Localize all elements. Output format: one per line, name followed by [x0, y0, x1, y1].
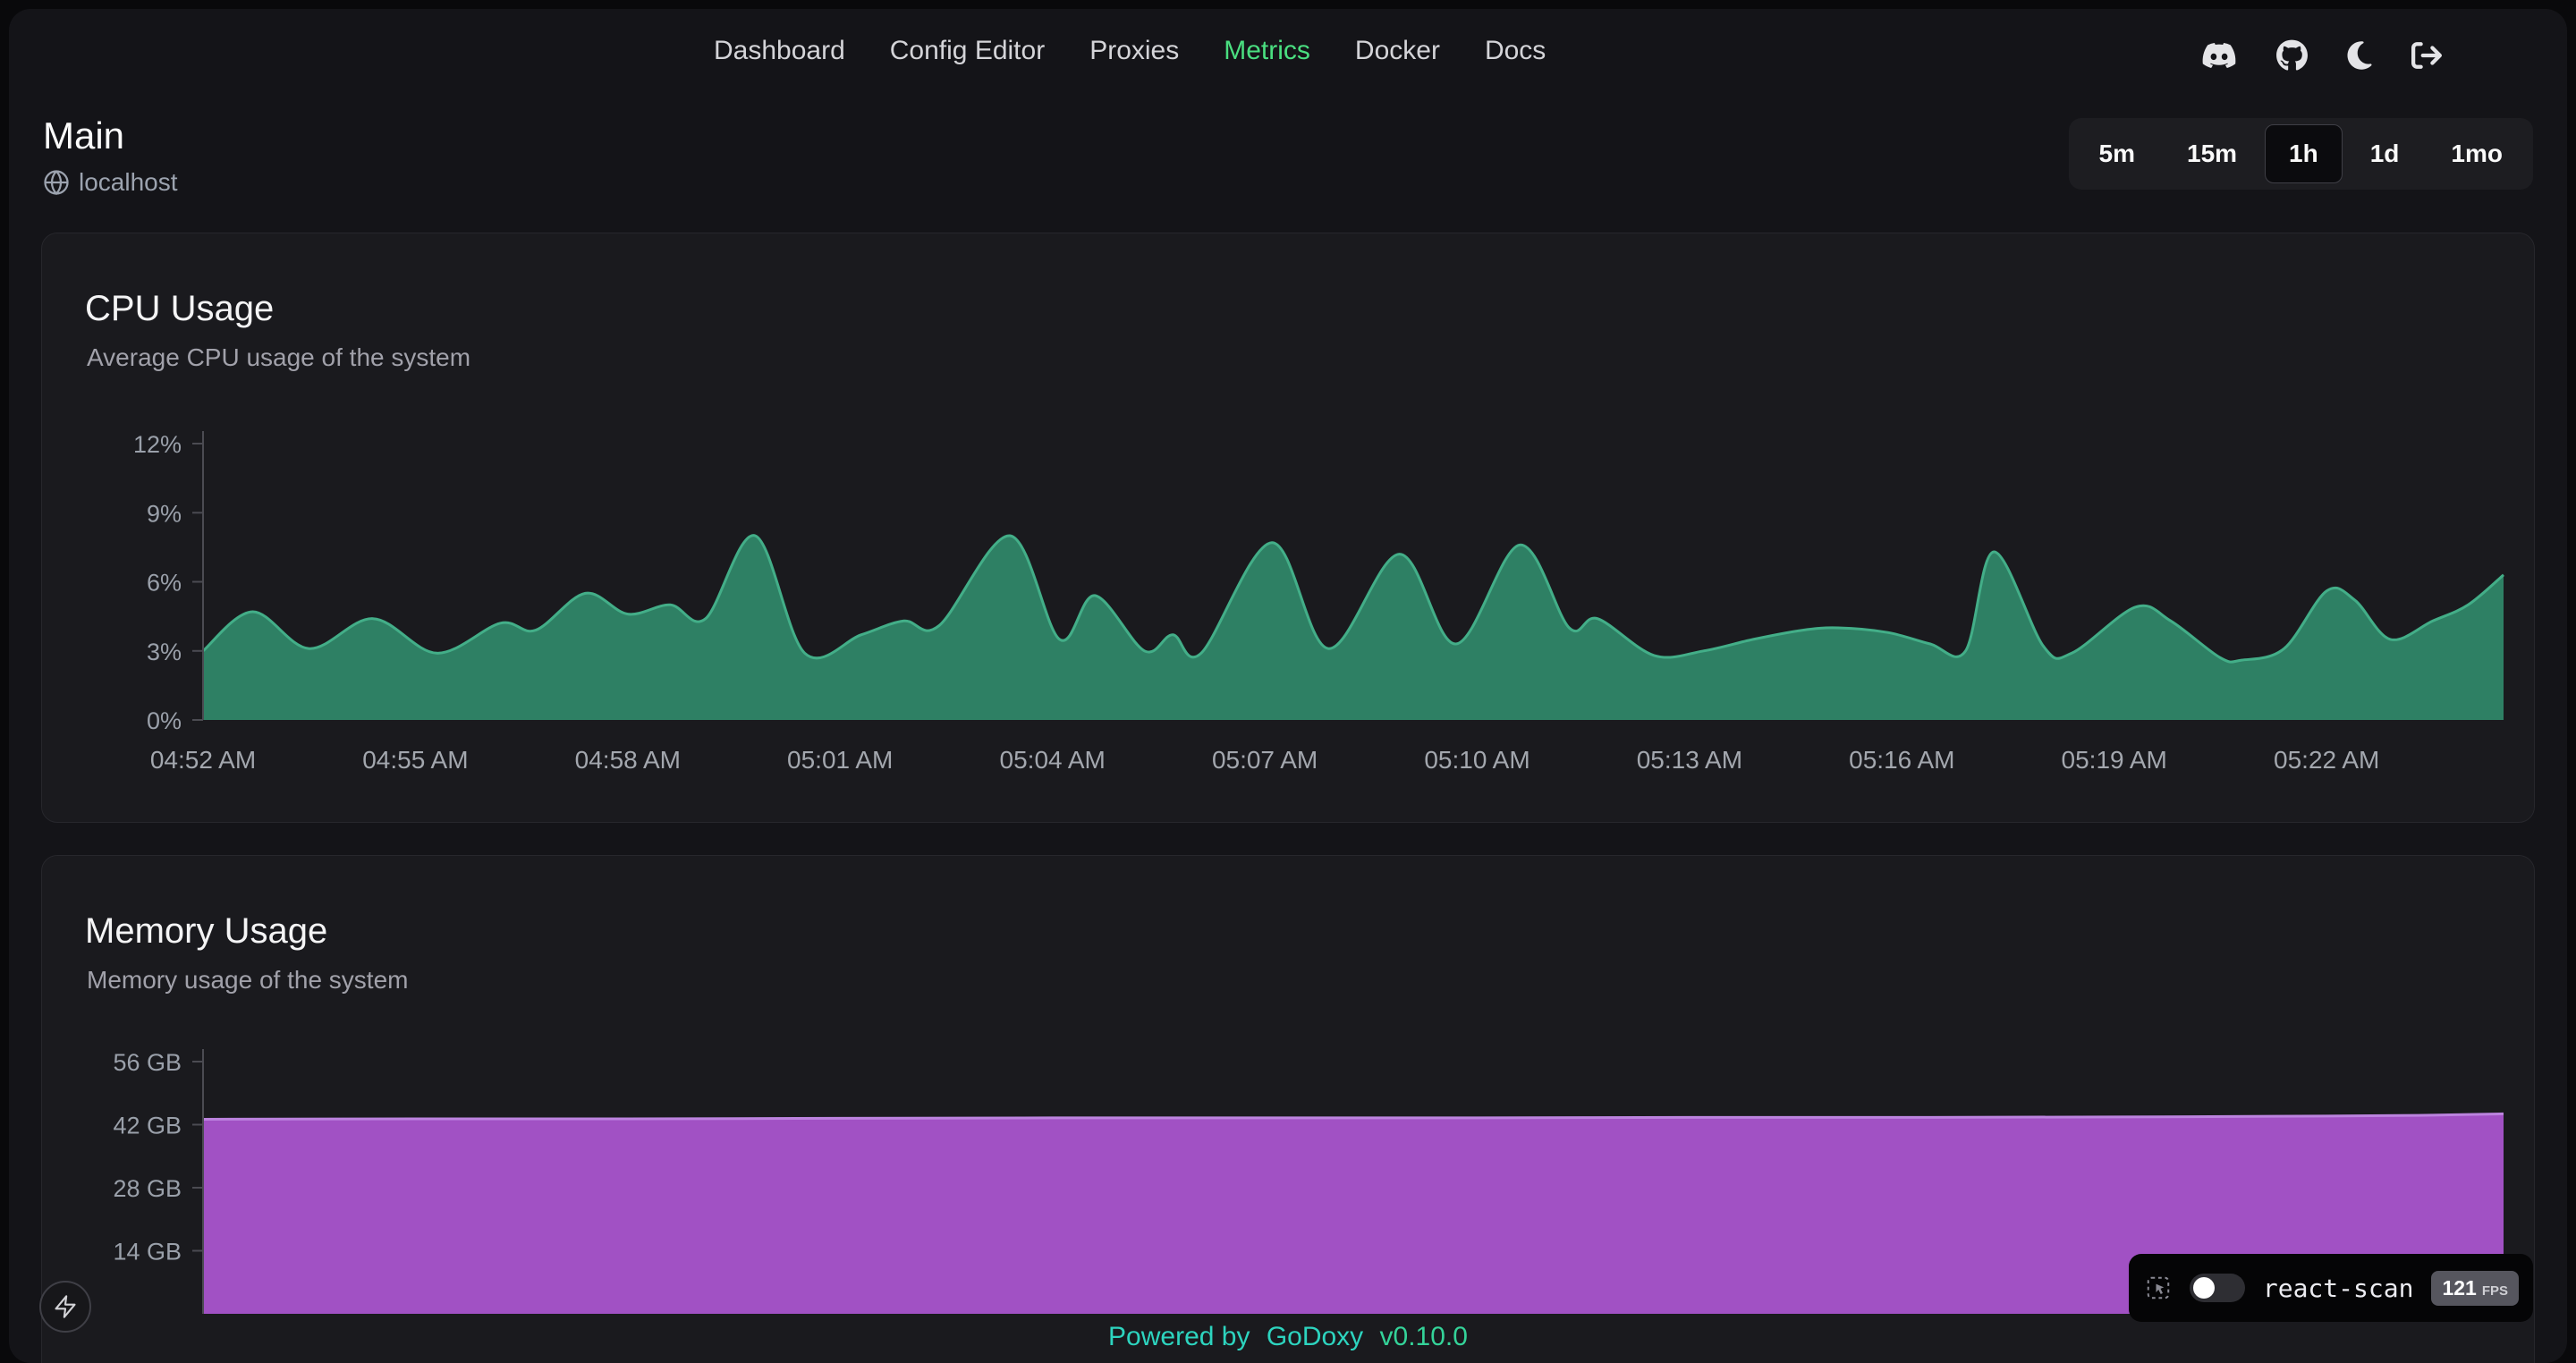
- fps-value: 121: [2442, 1276, 2476, 1300]
- svg-text:04:58 AM: 04:58 AM: [575, 746, 681, 774]
- svg-text:42 GB: 42 GB: [113, 1113, 182, 1139]
- lightning-icon: [53, 1294, 78, 1319]
- memory-card-subtitle: Memory usage of the system: [87, 966, 2534, 995]
- cpu-usage-card: CPU Usage Average CPU usage of the syste…: [41, 233, 2535, 823]
- powered-by-text: Powered by: [1108, 1322, 1250, 1351]
- react-scan-label: react-scan: [2263, 1274, 2414, 1303]
- host-label: localhost: [79, 168, 178, 197]
- nav-item-metrics[interactable]: Metrics: [1224, 36, 1310, 66]
- svg-text:0%: 0%: [147, 707, 182, 734]
- page-header: Main localhost 5m15m1h1d1mo: [43, 114, 2533, 197]
- main-nav: Dashboard Config Editor Proxies Metrics Dock…: [714, 36, 1546, 66]
- top-icon-bar: [2201, 39, 2442, 72]
- svg-text:12%: 12%: [133, 431, 182, 458]
- nav-item-config-editor[interactable]: Config Editor: [890, 36, 1045, 66]
- version-text: v0.10.0: [1380, 1322, 1468, 1351]
- toggle-knob: [2193, 1277, 2215, 1299]
- github-icon[interactable]: [2276, 39, 2308, 72]
- svg-text:6%: 6%: [147, 570, 182, 597]
- svg-text:04:52 AM: 04:52 AM: [150, 746, 256, 774]
- fps-unit: FPS: [2482, 1283, 2508, 1299]
- time-range-picker: 5m15m1h1d1mo: [2069, 118, 2533, 190]
- svg-text:05:13 AM: 05:13 AM: [1637, 746, 1742, 774]
- svg-text:05:22 AM: 05:22 AM: [2274, 746, 2379, 774]
- nav-item-docs[interactable]: Docs: [1485, 36, 1546, 66]
- range-option-15m[interactable]: 15m: [2163, 124, 2261, 183]
- cpu-usage-chart[interactable]: 0% 3% 6% 9% 12% 04:52 AM 04:55 AM 04:58 AM 05:01…: [42, 412, 2536, 806]
- host-row: localhost: [43, 168, 178, 197]
- svg-text:05:16 AM: 05:16 AM: [1849, 746, 1954, 774]
- svg-text:05:01 AM: 05:01 AM: [787, 746, 893, 774]
- nav-item-dashboard[interactable]: Dashboard: [714, 36, 845, 66]
- cpu-card-title: CPU Usage: [85, 289, 2534, 329]
- footer: Powered by GoDoxy v0.10.0: [9, 1322, 2567, 1352]
- range-option-1mo[interactable]: 1mo: [2427, 124, 2527, 183]
- cpu-card-subtitle: Average CPU usage of the system: [87, 343, 2534, 372]
- react-scan-toggle[interactable]: [2190, 1274, 2245, 1302]
- title-block: Main localhost: [43, 114, 178, 197]
- godoxy-link[interactable]: GoDoxy: [1267, 1322, 1363, 1351]
- range-option-1h[interactable]: 1h: [2265, 124, 2343, 183]
- quick-actions-button[interactable]: [39, 1281, 91, 1333]
- nav-item-proxies[interactable]: Proxies: [1089, 36, 1179, 66]
- svg-text:05:07 AM: 05:07 AM: [1212, 746, 1318, 774]
- range-option-5m[interactable]: 5m: [2075, 124, 2159, 183]
- svg-text:9%: 9%: [147, 500, 182, 527]
- inspect-icon[interactable]: [2145, 1274, 2172, 1301]
- fps-badge: 121 FPS: [2431, 1271, 2519, 1306]
- app-frame: Dashboard Config Editor Proxies Metrics Dock…: [9, 9, 2567, 1363]
- svg-text:14 GB: 14 GB: [113, 1239, 182, 1266]
- svg-text:05:10 AM: 05:10 AM: [1424, 746, 1530, 774]
- svg-text:05:04 AM: 05:04 AM: [1000, 746, 1106, 774]
- svg-text:56 GB: 56 GB: [113, 1049, 182, 1076]
- logout-icon[interactable]: [2411, 40, 2442, 71]
- svg-text:04:55 AM: 04:55 AM: [362, 746, 468, 774]
- range-option-1d[interactable]: 1d: [2346, 124, 2424, 183]
- globe-icon: [43, 169, 70, 196]
- discord-icon[interactable]: [2201, 41, 2237, 70]
- page-title: Main: [43, 114, 178, 157]
- memory-card-title: Memory Usage: [85, 911, 2534, 952]
- react-scan-widget: react-scan 121 FPS: [2129, 1254, 2533, 1322]
- svg-text:05:19 AM: 05:19 AM: [2062, 746, 2167, 774]
- svg-text:3%: 3%: [147, 639, 182, 665]
- nav-item-docker[interactable]: Docker: [1355, 36, 1440, 66]
- dark-mode-icon[interactable]: [2347, 39, 2372, 72]
- svg-text:28 GB: 28 GB: [113, 1175, 182, 1202]
